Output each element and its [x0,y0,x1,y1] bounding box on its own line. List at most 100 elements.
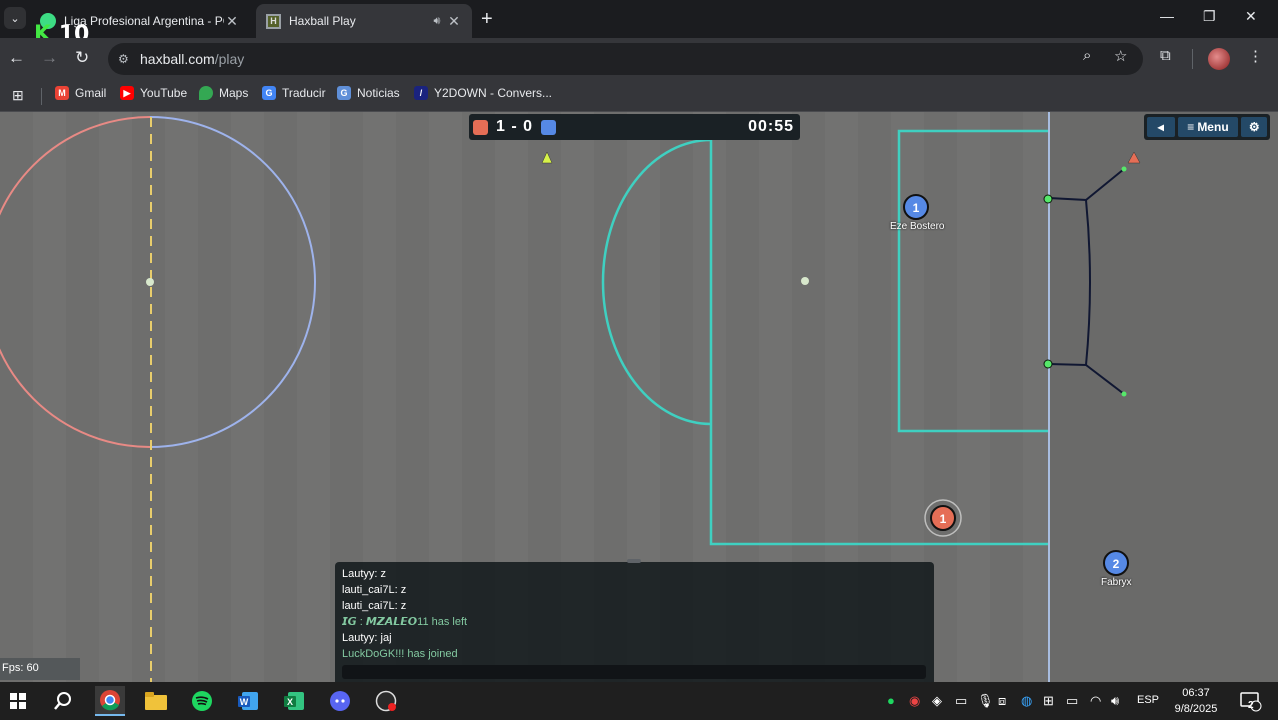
extensions-icon[interactable]: ⧉ [1160,47,1171,64]
player-name-label: Fabryx [1101,577,1132,588]
settings-button[interactable]: ⚙ [1241,117,1267,137]
speaker-icon[interactable]: 🔊︎ [428,15,446,28]
microphone-icon[interactable]: 🎙︎ [977,693,994,709]
url-path: /play [214,51,245,67]
hp-icon[interactable]: ◍ [1021,693,1032,709]
player-name-label: Eze Bostero [890,221,945,232]
chat-line: lauti_cai7L: z [342,584,407,596]
menu-button[interactable]: ≡ Menu [1177,117,1239,137]
news-icon: G [337,86,351,100]
restore-icon[interactable]: ❐ [1203,8,1216,25]
outside-area [1050,112,1278,682]
net-anchor-bottom [1121,391,1127,397]
more-menu-icon[interactable]: ⋮ [1248,47,1263,65]
discord-icon[interactable] [325,686,355,716]
url-host: haxball.com [140,51,215,67]
haxball-favicon-icon: H [266,13,281,29]
word-icon[interactable]: W [233,686,263,716]
game-timer: 00:55 [748,118,794,135]
close-window-icon[interactable]: ✕ [1245,8,1257,25]
minimize-icon[interactable]: — [1160,8,1174,24]
chrome-taskbar-icon[interactable] [95,686,125,716]
profile-avatar[interactable] [1208,48,1230,70]
sound-button[interactable]: ◂ [1147,117,1175,137]
y2down-icon: / [414,86,428,100]
file-explorer-icon[interactable] [141,686,171,716]
bookmark-gmail[interactable]: M Gmail [55,86,106,100]
center-spot [146,278,154,286]
tab-search-icon[interactable]: ⌄ [4,7,26,29]
chat-line: LuckDoGK!!! has joined [342,648,458,660]
spotify-tray-icon[interactable]: ● [887,693,895,708]
svg-text:X: X [287,697,293,707]
new-tab-icon[interactable]: + [481,8,493,31]
net-anchor-top [1121,166,1127,172]
volume-icon[interactable]: 🔊︎ [1111,693,1119,709]
site-settings-icon[interactable]: ⚙ [118,52,140,66]
chat-box: Lautyy: z lauti_cai7L: z lauti_cai7L: z … [335,559,934,682]
bookmark-noticias[interactable]: G Noticias [337,86,400,100]
translate-icon: G [262,86,276,100]
fps-counter: Fps: 60 [0,658,80,680]
screen: ⌄ Liga Profesional Argentina - PC ✕ H Ha… [0,0,1278,720]
chat-line: lauti_cai7L: z [342,600,407,612]
zoom-icon[interactable]: ⌕ [1083,47,1091,64]
search-icon[interactable] [48,686,78,716]
scoreboard: 1 - 0 00:55 [469,114,800,140]
monitor-icon[interactable]: ▭ [955,693,967,709]
notification-count: 2 [1248,700,1254,711]
hamburger-icon: ≡ [1187,120,1195,134]
back-icon[interactable]: ← [8,48,25,68]
bookmark-y2down[interactable]: / Y2DOWN - Convers... [414,86,552,100]
chat-input[interactable] [342,665,926,679]
player-number: 1 [913,201,920,215]
obs-icon[interactable] [371,686,401,716]
network-share-icon[interactable]: ⊞ [1043,693,1054,709]
chat-resize-handle[interactable] [627,559,641,563]
divider [1192,49,1193,69]
chat-line: Lautyy: z [342,568,387,580]
score-text: 1 - 0 [496,118,534,135]
gmail-icon: M [55,86,69,100]
clock-date: 9/8/2025 [1174,703,1218,715]
tab-haxball[interactable]: H Haxball Play 🔊︎ ✕ [256,4,472,38]
spotify-icon[interactable] [187,686,217,716]
bookmark-star-icon[interactable]: ☆ [1114,47,1127,65]
capture-icon[interactable]: ⧈ [998,693,1006,709]
battery-icon[interactable]: ▭ [1066,693,1078,709]
close-icon[interactable]: ✕ [446,13,462,30]
reload-icon[interactable]: ↻ [75,48,89,68]
goal-post-top [1043,194,1053,204]
speaker-icon: ◂ [1157,120,1164,134]
bookmark-youtube[interactable]: ▶ YouTube [120,86,187,100]
maps-pin-icon [199,86,213,100]
tray-app-icon[interactable]: ◈ [932,693,942,709]
penalty-spot [801,277,809,285]
bookmarks-bar: ⊞ M Gmail ▶ YouTube Maps G Traducir G Notici… [0,80,1278,112]
language-indicator[interactable]: ESP [1137,694,1159,706]
youtube-icon: ▶ [120,86,134,100]
player-number: 2 [1113,557,1120,571]
excel-icon[interactable]: X [279,686,309,716]
close-icon[interactable]: ✕ [224,13,240,30]
chat-line: Lautyy: jaj [342,632,392,644]
player-number: 1 [940,512,947,526]
haxball-game-canvas[interactable]: 1 1 2 Eze Bostero Fabryx 1 - 0 00:55 ◂ ≡… [0,112,1278,682]
clock-time: 06:37 [1182,687,1210,699]
apps-grid-icon[interactable]: ⊞ [12,87,24,104]
windows-start-icon[interactable] [3,686,33,716]
system-clock[interactable]: 06:37 9/8/2025 [1166,685,1226,717]
windows-taskbar: W X ● ◉ ◈ ▭ 🎙︎ ⧈ ◍ ⊞ ▭ ◠ 🔊︎ ESP 06:37 9/… [0,682,1278,720]
forward-icon[interactable]: → [41,48,58,68]
wifi-icon[interactable]: ◠ [1090,693,1101,709]
game-menu-bar: ◂ ≡ Menu ⚙ [1144,114,1270,140]
svg-text:W: W [240,697,249,707]
bookmark-traducir[interactable]: G Traducir [262,86,326,100]
tray-app-icon[interactable]: ◉ [909,693,920,709]
browser-toolbar: ← → ↻ ⚙ haxball.com/play ⌕ ☆ ⧉ ⋮ [0,38,1278,80]
tab-title: Haxball Play [289,14,356,28]
bookmark-maps[interactable]: Maps [199,86,248,100]
address-bar[interactable]: ⚙ haxball.com/play [108,43,1143,75]
goal-post-bottom [1043,359,1053,369]
gear-icon: ⚙ [1248,120,1260,134]
